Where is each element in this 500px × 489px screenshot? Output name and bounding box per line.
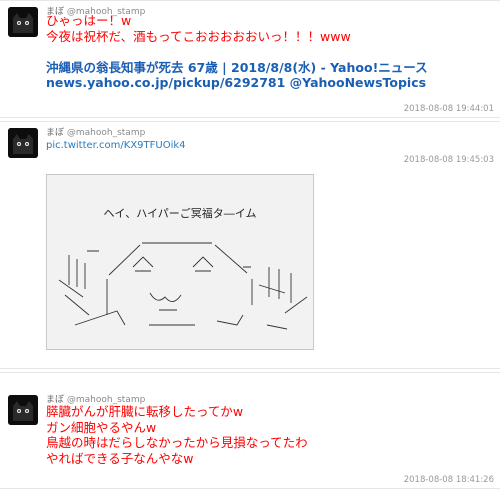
text-line: やればできる子なんやなw	[46, 450, 194, 466]
text-line: ガン細胞やるやんw	[46, 419, 157, 435]
tweet-text: ひゃっはー！w 今夜は祝杯だ、酒もってこおおおおおいっ！！！www 沖縄県の翁長…	[46, 13, 428, 91]
black-cat-icon	[8, 128, 38, 158]
news-link[interactable]: news.yahoo.co.jp/pickup/6292781 @YahooNe…	[46, 75, 428, 91]
text-line: ひゃっはー！w	[46, 13, 132, 28]
display-name: まぼ	[46, 128, 65, 138]
tweet-1: まぼ @mahooh_stamp ひゃっはー！w 今夜は祝杯だ、酒もってこおおお…	[0, 0, 500, 118]
tweet-text: 膵臓がんが肝臓に転移したってかw ガン細胞やるやんw 鳥越の時はだらしなかったか…	[46, 404, 308, 466]
tweet-text: pic.twitter.com/KX9TFUOik4	[46, 138, 186, 154]
black-cat-icon	[8, 7, 38, 37]
text-line: 今夜は祝杯だ、酒もってこおおおおおいっ！！！www	[46, 28, 351, 44]
avatar[interactable]	[8, 128, 38, 158]
timestamp[interactable]: 2018-08-08 18:41:26	[404, 475, 494, 485]
timestamp[interactable]: 2018-08-08 19:45:03	[404, 155, 494, 165]
avatar[interactable]	[8, 395, 38, 425]
attached-image[interactable]: ヘイ、ハイパーご冥福タ―イム	[46, 174, 314, 350]
text-line: 鳥越の時はだらしなかったから見損なってたわ	[46, 435, 308, 450]
avatar[interactable]	[8, 7, 38, 37]
black-cat-icon	[8, 395, 38, 425]
handle: @mahooh_stamp	[66, 128, 146, 138]
image-link[interactable]: pic.twitter.com/KX9TFUOik4	[46, 138, 186, 154]
tweet-3: まぼ @mahooh_stamp 膵臓がんが肝臓に転移したってかw ガン細胞やる…	[0, 372, 500, 489]
text-line: 膵臓がんが肝臓に転移したってかw	[46, 404, 244, 419]
timestamp[interactable]: 2018-08-08 19:44:01	[404, 104, 494, 114]
text-line: 沖縄県の翁長知事が死去 67歳 | 2018/8/8(水) - Yahoo!ニュ…	[46, 59, 428, 75]
ascii-art-face-icon	[58, 242, 308, 330]
author[interactable]: まぼ @mahooh_stamp	[46, 125, 145, 138]
